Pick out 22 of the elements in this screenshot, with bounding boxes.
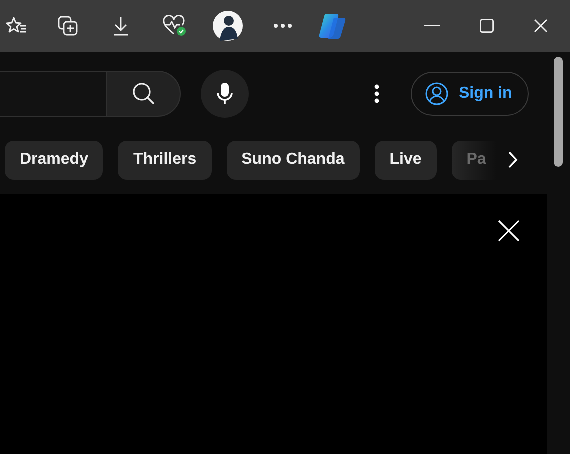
minimize-icon[interactable] [424,25,440,27]
search-button[interactable] [106,70,181,116]
category-chip[interactable]: Dramedy [5,140,104,180]
category-chip[interactable]: Suno Chanda [226,140,360,180]
scrollbar-thumb[interactable] [554,57,563,167]
heart-pulse-icon[interactable] [163,15,187,37]
profile-avatar[interactable] [213,11,243,41]
sign-in-button[interactable]: Sign in [411,72,530,116]
more-icon[interactable] [273,23,293,29]
microphone-icon [217,82,233,106]
category-chip[interactable]: Live [374,140,437,180]
maximize-icon[interactable] [480,19,494,33]
search-field[interactable] [0,70,106,116]
account-icon [425,82,449,106]
more-icon[interactable] [374,84,380,104]
chevron-right-icon[interactable] [508,151,518,169]
category-chip[interactable]: Thrillers [118,140,212,180]
copilot-icon[interactable] [318,12,348,40]
search-icon [132,82,156,106]
collections-icon[interactable] [57,15,79,37]
microphone-button[interactable] [201,70,249,118]
close-icon[interactable] [534,19,548,33]
